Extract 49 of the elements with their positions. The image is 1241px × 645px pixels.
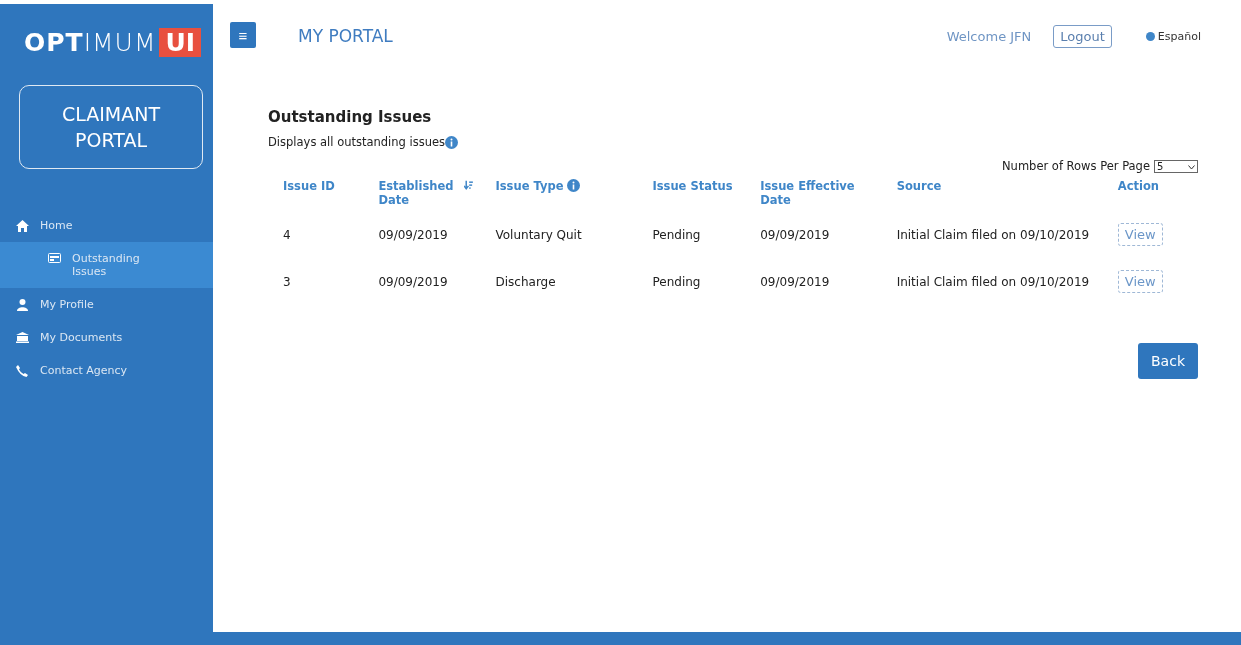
logo-badge: UI [159,28,202,57]
section-title: Outstanding Issues [268,108,433,126]
chevron-down-icon [1188,164,1195,170]
table-cell: Initial Claim filed on 09/10/2019 [896,274,1090,289]
sidebar-item[interactable]: My Profile [0,288,213,321]
welcome-text: Welcome JFN [946,28,1032,44]
column-header: Issue Effective Date [760,179,856,207]
info-icon[interactable] [567,179,581,192]
section-description: Displays all outstanding issues [268,135,446,149]
sidebar-item[interactable]: Contact Agency [0,354,213,387]
phone-icon [16,365,28,377]
column-header: Established Date [378,179,455,207]
view-button[interactable]: View [1117,270,1163,293]
home-icon [15,220,29,232]
sidebar-item[interactable]: Outstanding Issues [0,242,213,288]
sort-icon[interactable] [463,179,473,192]
sidebar-item[interactable]: Home [0,209,213,242]
user-icon [16,299,28,311]
table-cell: 09/09/2019 [378,227,448,242]
sidebar-item[interactable]: My Documents [0,321,213,354]
bank-icon [15,332,29,343]
rows-per-page-select[interactable]: 5 [1154,159,1198,173]
table-cell: 09/09/2019 [378,274,448,289]
info-icon[interactable] [445,135,459,149]
table-cell: Voluntary Quit [495,227,582,242]
logo-text: OPTIMUM [24,28,157,57]
column-header: Action [1117,179,1160,193]
column-header: Issue Type [495,179,564,193]
portal-title: PORTAL [75,128,147,153]
table-cell: 4 [283,227,291,242]
language-link[interactable]: Español [1145,29,1201,43]
portal-title: CLAIMANT [61,102,161,127]
rows-per-page-label: Number of Rows Per Page [1002,159,1150,173]
back-button[interactable]: Back [1138,343,1198,379]
logout-button[interactable]: Logout [1053,24,1112,48]
table-cell: Pending [652,274,701,289]
table-cell: Discharge [495,274,556,289]
table-cell: 09/09/2019 [760,227,830,242]
column-header: Source [896,179,942,193]
table-cell: Initial Claim filed on 09/10/2019 [896,227,1090,242]
column-header: Issue ID [283,179,335,193]
table-cell: 09/09/2019 [760,274,830,289]
menu-button[interactable]: ≡ [230,22,256,48]
table-cell: Pending [652,227,701,242]
table-cell: 3 [283,274,291,289]
card-icon [47,253,61,263]
column-header: Issue Status [652,179,733,193]
page-title: MY PORTAL [298,26,393,46]
view-button[interactable]: View [1117,223,1163,246]
